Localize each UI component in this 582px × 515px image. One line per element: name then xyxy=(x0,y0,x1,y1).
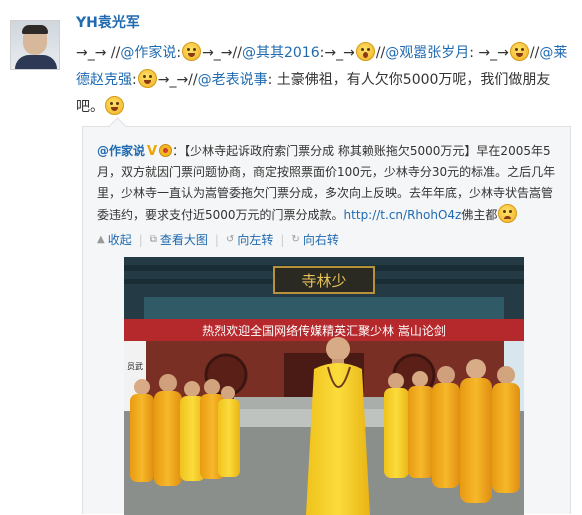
avatar-hair xyxy=(22,25,48,34)
laugh-emoticon-icon xyxy=(105,96,124,115)
collapse-label: 收起 xyxy=(107,233,132,247)
plaque-text: 寺林少 xyxy=(301,272,346,290)
laugh-emoticon-icon xyxy=(137,69,157,88)
post-segment: : xyxy=(176,45,182,61)
rotate-right-icon: ↻ xyxy=(291,234,300,245)
post-segment: // xyxy=(529,45,540,61)
post-text: →_→ //@作家说: →_→//@其其2016:→_→//@观嚣张岁月: →_→… xyxy=(76,40,576,121)
retweet-tail: 佛主都 xyxy=(461,208,498,222)
rotate-right-button[interactable]: ↻ 向右转 xyxy=(291,231,338,248)
retweet-photo[interactable]: 寺林少 热烈欢迎全国网络传媒精英汇聚少林 嵩山论剑 员武 xyxy=(124,257,524,515)
mention-link[interactable]: @其其2016 xyxy=(242,45,320,61)
rotate-left-icon: ↺ xyxy=(225,234,235,245)
username-link[interactable]: YH袁光军 xyxy=(76,12,140,32)
monks-photo: 寺林少 热烈欢迎全国网络传媒精英汇聚少林 嵩山论剑 员武 xyxy=(124,257,524,515)
collapse-button[interactable]: ▲ 收起 xyxy=(97,231,132,248)
divider: | xyxy=(138,232,143,247)
mention-link[interactable]: @老表说事 xyxy=(198,72,268,88)
short-link[interactable]: http://t.cn/RhohO4z xyxy=(344,208,462,222)
rotate-left-button[interactable]: ↺ 向左转 xyxy=(226,231,273,248)
post-segment: →_→// xyxy=(202,45,242,61)
post-segment: →_→ // xyxy=(76,45,121,61)
retweet-author-link[interactable]: @作家说 xyxy=(97,144,145,158)
mention-link[interactable]: @作家说 xyxy=(120,45,176,61)
retweet-text: @作家说 V ：【少林寺起诉政府索门票分成 称其赖账拖欠5000万元】早在2005年… xyxy=(97,141,557,226)
monk-group-left xyxy=(130,374,240,486)
avatar-shirt xyxy=(15,55,57,69)
mention-link[interactable]: @观嚣张岁月 xyxy=(385,45,469,61)
view-large-label: 查看大图 xyxy=(159,233,208,247)
laugh-emoticon-icon xyxy=(509,42,529,61)
view-large-button[interactable]: ⧉ 查看大图 xyxy=(150,231,208,248)
post-segment: : →_→ xyxy=(469,45,509,61)
zoom-icon: ⧉ xyxy=(149,234,157,245)
retweet-box: @作家说 V ：【少林寺起诉政府索门票分成 称其赖账拖欠5000万元】早在2005年… xyxy=(82,117,571,515)
verified-v-icon[interactable]: V xyxy=(147,141,157,162)
post-segment: // xyxy=(375,45,386,61)
crown-badge-icon[interactable] xyxy=(159,144,173,157)
rotate-right-label: 向右转 xyxy=(302,233,339,247)
post-segment: →_→// xyxy=(157,72,198,88)
laugh-emoticon-icon xyxy=(182,42,202,61)
banner-text: 热烈欢迎全国网络传媒精英汇聚少林 嵩山论剑 xyxy=(202,323,446,338)
yawn-emoticon-icon xyxy=(355,42,375,61)
post-segment: : xyxy=(132,72,137,88)
post-segment: :→_→ xyxy=(319,45,355,61)
image-actions: ▲ 收起 | ⧉ 查看大图 | ↺ 向左转 | ↻ 向右转 xyxy=(97,231,339,248)
rotate-left-label: 向左转 xyxy=(237,233,274,247)
divider: | xyxy=(214,232,219,247)
arrow-up-icon: ▲ xyxy=(97,234,105,245)
divider: | xyxy=(280,232,285,247)
cry-emoticon-icon xyxy=(498,204,518,223)
user-avatar[interactable] xyxy=(10,20,60,70)
side-sign-text: 员武 xyxy=(127,361,143,371)
